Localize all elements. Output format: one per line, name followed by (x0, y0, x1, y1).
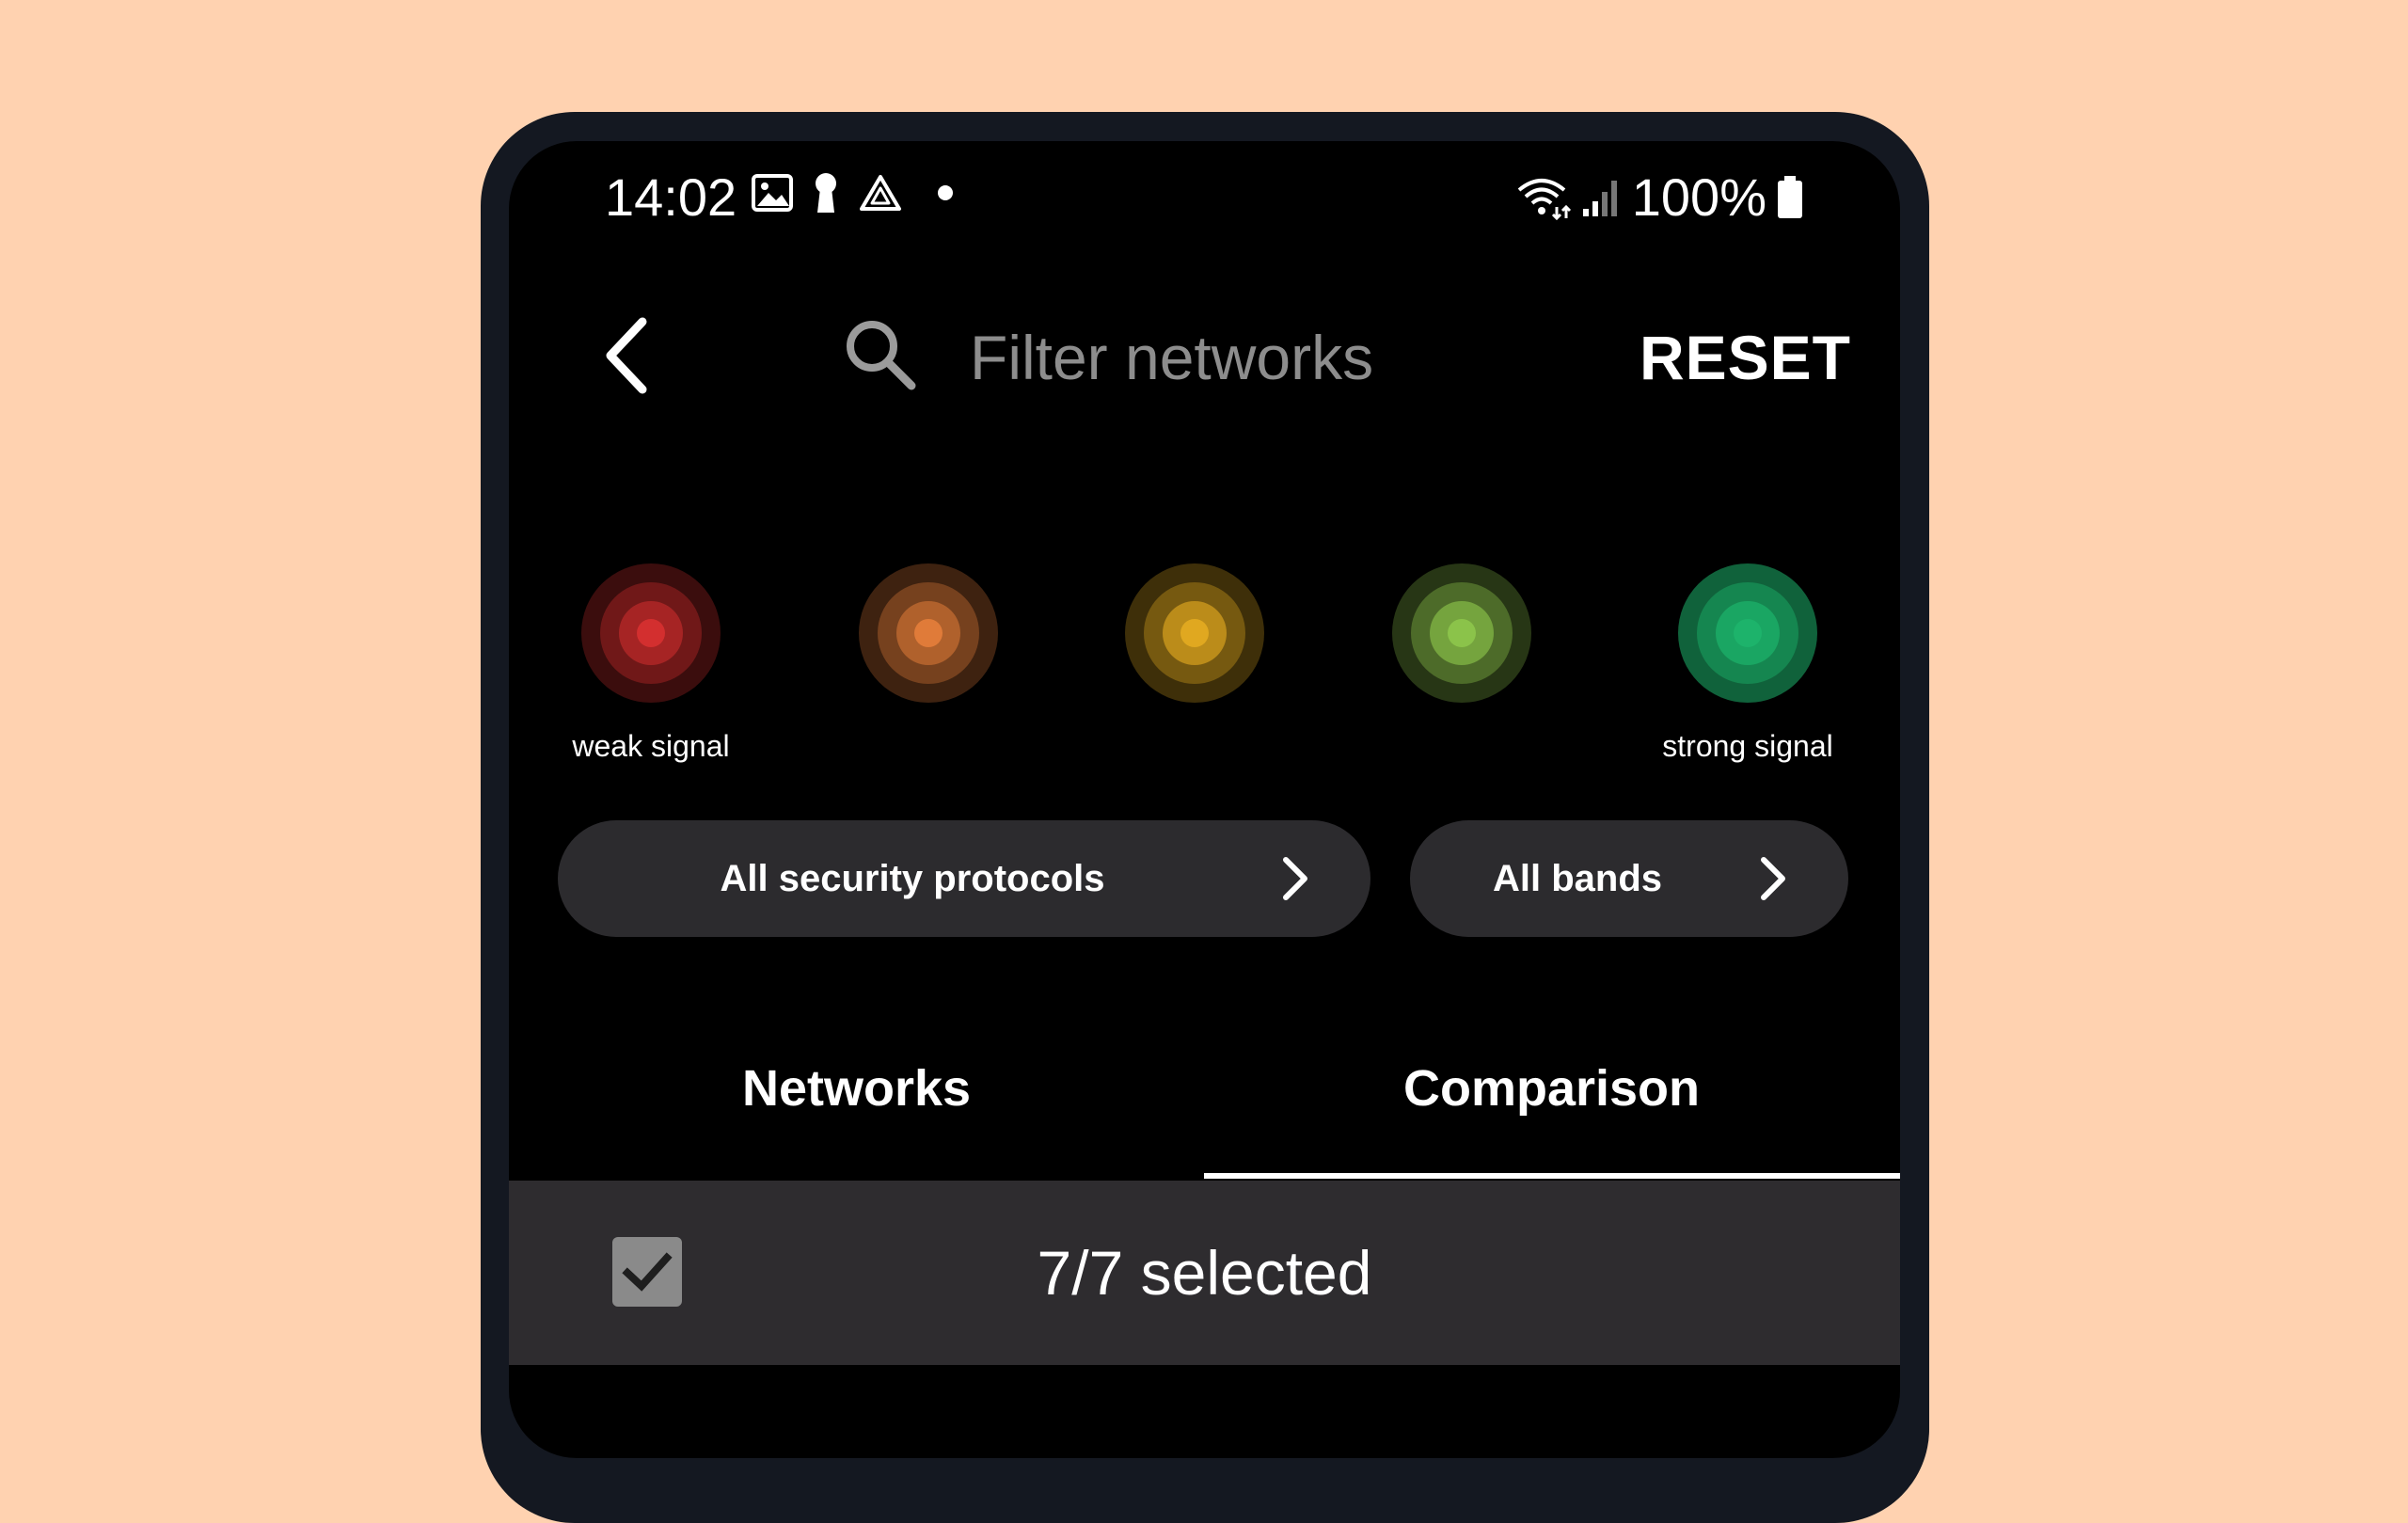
status-left-icons (752, 171, 958, 214)
signal-level-medium[interactable] (1124, 563, 1265, 704)
security-filter-button[interactable]: All security protocols (558, 820, 1370, 937)
search-input[interactable] (970, 320, 1628, 395)
back-button[interactable] (584, 309, 678, 403)
chevron-left-icon (606, 317, 647, 394)
battery-percent: 100% (1631, 167, 1766, 227)
weak-signal-label: weak signal (572, 729, 730, 763)
status-right: 100% (1515, 167, 1804, 228)
signal-level-low[interactable] (858, 563, 999, 704)
wifi-icon (1517, 179, 1571, 220)
tab-comparison[interactable]: Comparison (1204, 1059, 1899, 1118)
signal-level-weak[interactable] (580, 563, 721, 704)
bands-filter-label: All bands (1492, 857, 1663, 899)
keyhole-icon (816, 173, 836, 213)
chevron-right-icon (1761, 857, 1785, 900)
app-screen: 14:02 100% Filter networks RESET weak si… (509, 141, 1900, 1458)
signal-level-good[interactable] (1391, 563, 1532, 704)
bands-filter-button[interactable]: All bands (1410, 820, 1848, 937)
selection-count: 7/7 selected (1037, 1238, 1372, 1308)
reset-button[interactable]: RESET (1640, 322, 1851, 393)
tab-networks[interactable]: Networks (509, 1059, 1204, 1118)
strong-signal-label: strong signal (1662, 729, 1833, 763)
security-filter-label: All security protocols (720, 857, 1105, 899)
active-tab-indicator (1204, 1173, 1900, 1179)
battery-icon (1778, 176, 1802, 218)
search-icon[interactable] (838, 312, 923, 397)
drive-icon (860, 175, 901, 211)
signal-level-strong[interactable] (1677, 563, 1818, 704)
status-time: 14:02 (605, 167, 737, 227)
image-icon (752, 174, 793, 212)
cell-signal-icon (1582, 181, 1617, 216)
chevron-right-icon (1283, 857, 1307, 900)
dot-icon (938, 185, 953, 200)
